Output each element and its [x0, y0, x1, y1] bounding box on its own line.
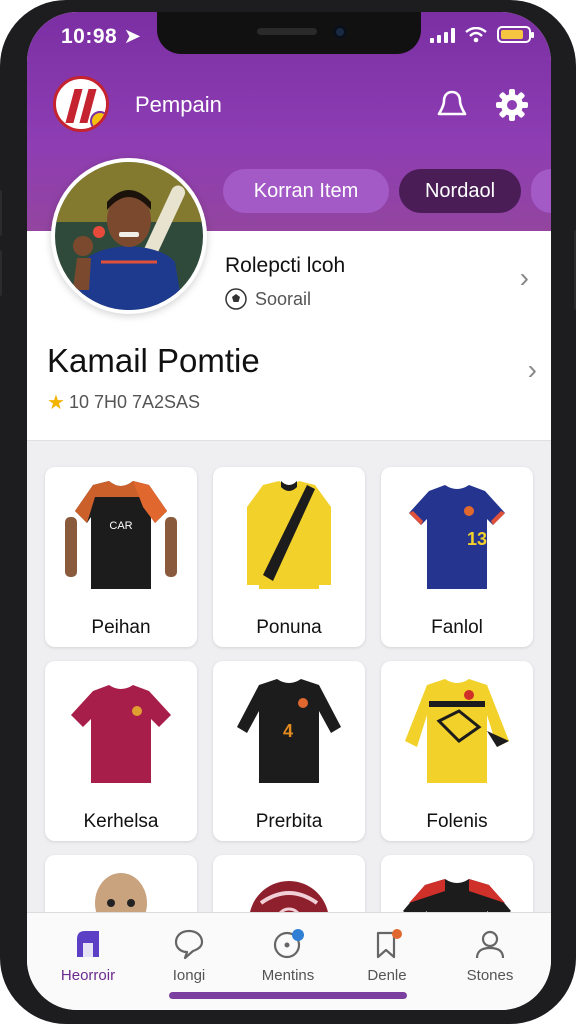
volume-down-button	[0, 250, 2, 296]
tab-label: Mentins	[261, 967, 315, 984]
svg-text:13: 13	[467, 529, 487, 549]
pill-more[interactable]	[531, 169, 551, 213]
item-card[interactable]: 13 Fanlol	[381, 467, 533, 647]
profile-icon[interactable]	[435, 88, 469, 122]
item-label: Ponuna	[256, 617, 322, 638]
home-indicator[interactable]	[169, 992, 407, 999]
speaker	[257, 28, 317, 35]
name-row[interactable]: Kamail Pomtie ★ 10 7H0 7A2SAS ›	[47, 342, 541, 432]
tab-iongi[interactable]: Iongi	[144, 927, 234, 984]
item-label: Prerbita	[255, 811, 323, 832]
settings-icon[interactable]	[495, 88, 529, 122]
items-grid: CAR Peihan Ponuna 13 Fanlol Kerhelsa 4 P…	[45, 467, 537, 925]
item-card[interactable]: Folenis	[381, 661, 533, 841]
badge-icon	[90, 111, 106, 129]
bookmark-icon	[376, 929, 402, 959]
item-label: Folenis	[426, 811, 488, 832]
jersey-black-4-icon: 4	[237, 679, 341, 783]
item-label: Fanlol	[431, 617, 483, 638]
item-card[interactable]: Kerhelsa	[45, 661, 197, 841]
tab-label: Stones	[466, 967, 514, 984]
user-icon	[475, 930, 505, 959]
rating-row: ★ 10 7H0 7A2SAS	[47, 390, 541, 415]
notification-icon	[273, 929, 304, 959]
category-pills: Korran Item Nordaol	[223, 169, 551, 213]
chat-icon	[174, 929, 204, 960]
item-card[interactable]: 4 Prerbita	[213, 661, 365, 841]
svg-text:CAR: CAR	[109, 520, 132, 532]
svg-text:4: 4	[283, 721, 293, 741]
tab-label: Denle	[367, 967, 407, 984]
front-camera	[333, 25, 347, 39]
star-icon: ★	[47, 392, 65, 414]
phone-frame: 10:98 ➤ Pempain Korran Item Nordaol Role…	[0, 0, 576, 1024]
jersey-maroon-icon	[71, 685, 171, 783]
notch	[157, 12, 421, 54]
item-label: Peihan	[91, 617, 151, 638]
item-label: Kerhelsa	[83, 811, 159, 832]
chevron-right-icon: ›	[519, 262, 529, 293]
tab-stones[interactable]: Stones	[445, 927, 535, 984]
status-icons	[430, 26, 534, 43]
tab-denle[interactable]: Denle	[342, 927, 432, 984]
chevron-right-icon: ›	[527, 354, 537, 385]
item-card[interactable]: Ponuna	[213, 467, 365, 647]
pill-nordaol[interactable]: Nordaol	[399, 169, 521, 213]
tab-heorroir[interactable]: Heorroir	[43, 927, 133, 984]
sport-label: Soorail	[255, 288, 312, 309]
subtitle-row[interactable]: Rolepcti lcoh Soorail ›	[225, 252, 535, 322]
profile-subtitle: Rolepcti lcoh	[225, 254, 346, 277]
jersey-yellow-sash-icon	[247, 481, 331, 589]
tab-label: Heorroir	[60, 967, 116, 984]
jersey-blue-13-icon: 13	[409, 485, 505, 589]
location-arrow-icon: ➤	[117, 25, 142, 48]
status-time: 10:98 ➤	[61, 25, 142, 48]
sport-row: Soorail	[225, 288, 311, 310]
team-logo[interactable]	[53, 76, 109, 132]
rating-text: 10 7H0 7A2SAS	[68, 392, 201, 412]
pill-korran-item[interactable]: Korran Item	[223, 169, 389, 213]
tab-label: Iongi	[172, 967, 206, 984]
player-photo	[55, 162, 203, 310]
tab-mentins[interactable]: Mentins	[243, 927, 333, 984]
app-title: Pempain	[135, 92, 222, 117]
soccer-ball-icon	[225, 288, 247, 310]
home-icon	[77, 931, 99, 957]
player-name: Kamail Pomtie	[47, 342, 260, 379]
jersey-black-orange-icon: CAR	[65, 481, 177, 589]
avatar[interactable]	[51, 158, 207, 314]
volume-up-button	[0, 190, 2, 236]
jersey-yellow-pattern-icon	[405, 679, 509, 783]
signal-icon	[430, 27, 455, 43]
wifi-icon	[465, 26, 487, 42]
screen: 10:98 ➤ Pempain Korran Item Nordaol Role…	[27, 12, 551, 1010]
item-card[interactable]: CAR Peihan	[45, 467, 197, 647]
battery-icon	[497, 26, 534, 43]
